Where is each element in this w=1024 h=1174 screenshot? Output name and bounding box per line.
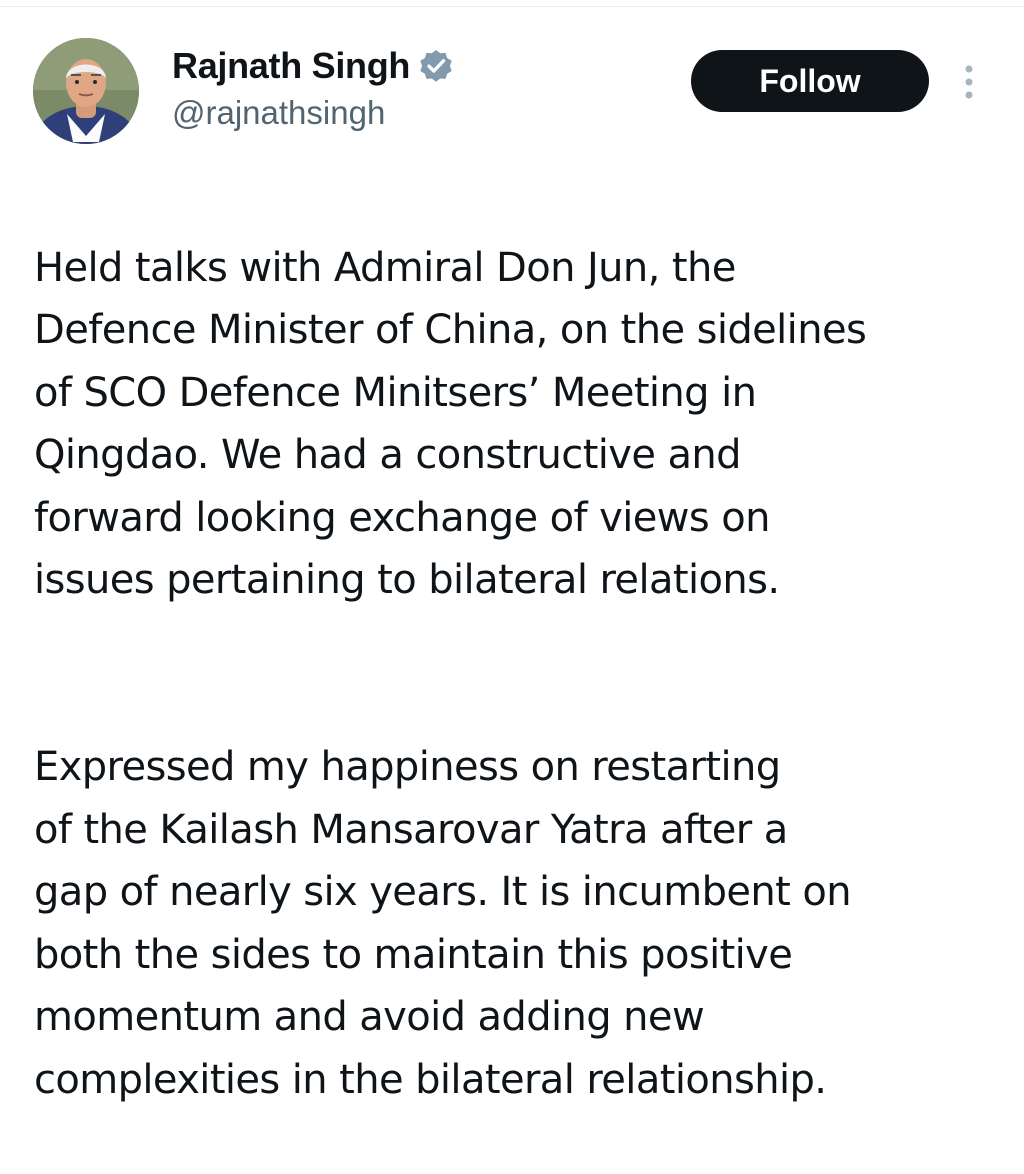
profile-photo-icon [33, 38, 139, 144]
post-card: Rajnath Singh @rajnathsingh Follow Held … [0, 0, 1024, 1103]
post-paragraph: Held talks with Admiral Don Jun, the Def… [34, 244, 867, 604]
more-vertical-icon[interactable] [958, 64, 980, 100]
author-info: Rajnath Singh @rajnathsingh [172, 44, 454, 132]
post-header: Rajnath Singh @rajnathsingh Follow [0, 0, 1024, 160]
post-text: Held talks with Admiral Don Jun, the Def… [34, 174, 1004, 1174]
post-paragraph: Expressed my happiness on restarting of … [34, 744, 852, 1103]
follow-button[interactable]: Follow [691, 50, 929, 112]
author-display-name[interactable]: Rajnath Singh [172, 45, 410, 87]
author-handle[interactable]: @rajnathsingh [172, 94, 454, 132]
verified-badge-icon [418, 48, 454, 84]
avatar[interactable] [33, 38, 139, 144]
name-row: Rajnath Singh [172, 44, 454, 88]
